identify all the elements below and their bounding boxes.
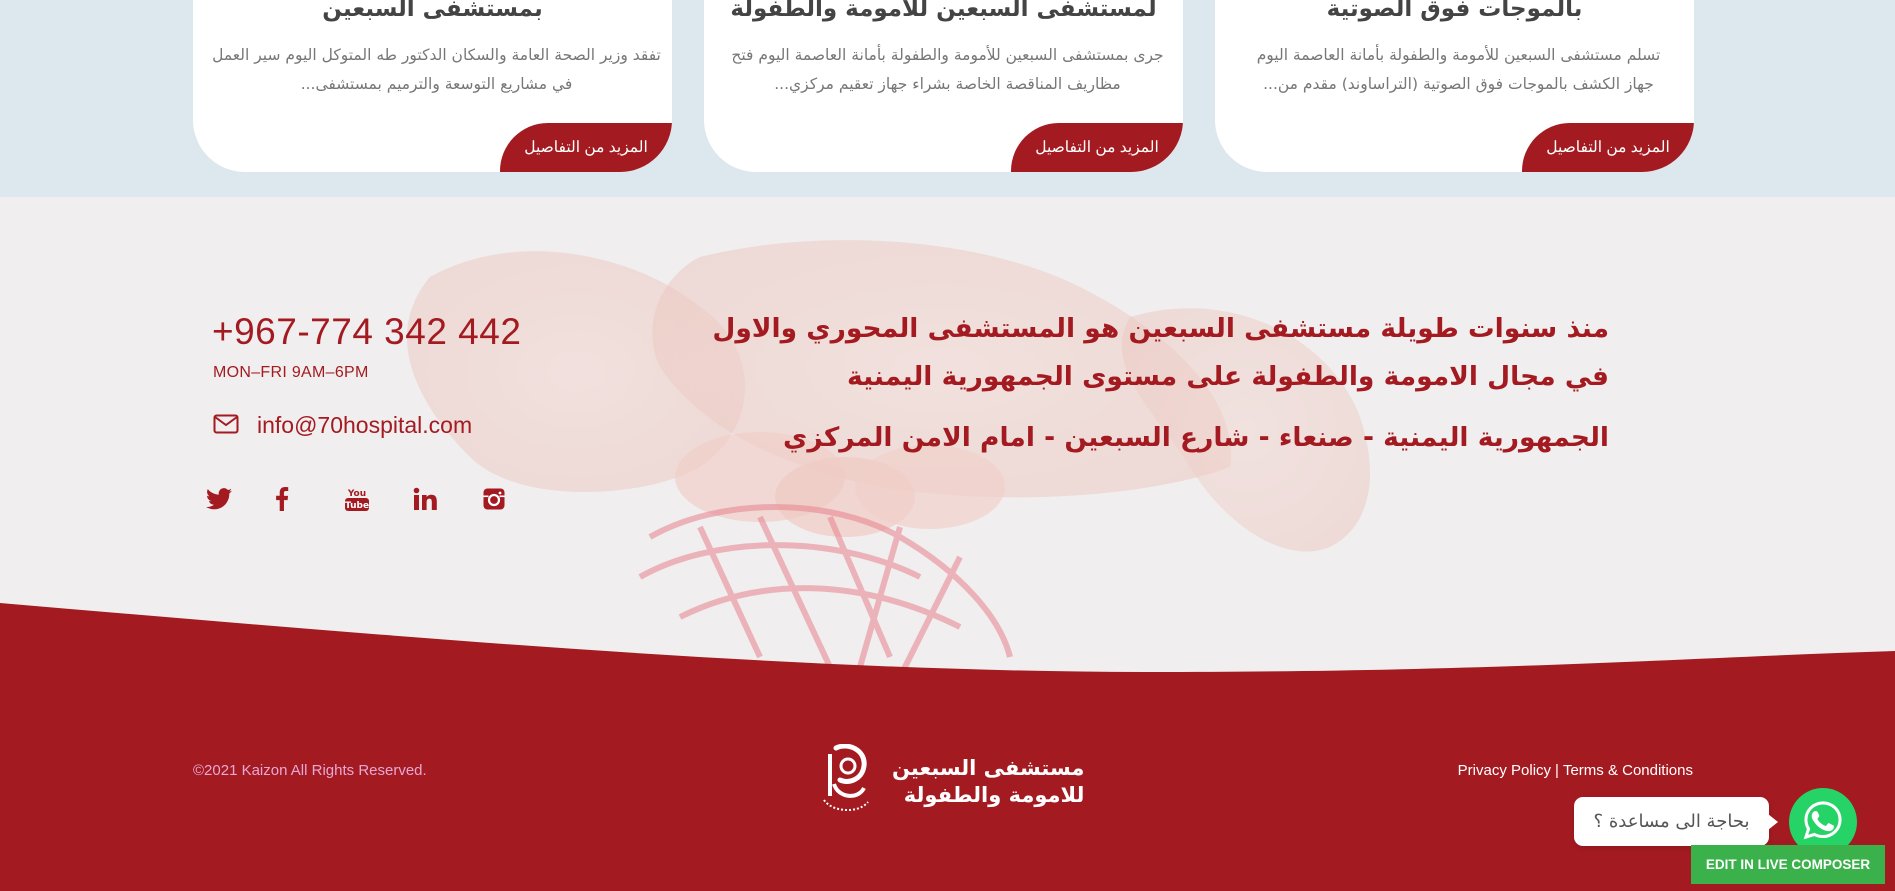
more-details-button[interactable]: المزيد من التفاصيل bbox=[1522, 123, 1694, 172]
logo-line: مستشفى السبعين bbox=[892, 756, 1085, 780]
mother-baby-logo-icon bbox=[818, 743, 874, 820]
about-line: منذ سنوات طويلة مستشفى السبعين هو المستش… bbox=[712, 313, 1609, 344]
whatsapp-icon bbox=[1802, 799, 1844, 845]
legal-links: Privacy Policy | Terms & Conditions bbox=[1458, 762, 1693, 779]
card-excerpt-line: مظاريف المناقصة الخاصة بشراء جهاز تعقيم … bbox=[774, 75, 1121, 93]
card-excerpt: تسلم مستشفى السبعين للأمومة والطفولة بأم… bbox=[1215, 41, 1694, 99]
card-excerpt-line: في مشاريع التوسعة والترميم بمستشفى... bbox=[300, 75, 573, 93]
card-excerpt-line: تسلم مستشفى السبعين للأمومة والطفولة بأم… bbox=[1256, 46, 1661, 64]
more-details-button[interactable]: المزيد من التفاصيل bbox=[1011, 123, 1183, 172]
facebook-icon[interactable] bbox=[275, 479, 344, 519]
social-links: You Tube bbox=[206, 479, 551, 519]
terms-conditions-link[interactable]: Terms & Conditions bbox=[1563, 762, 1693, 779]
more-details-button[interactable]: المزيد من التفاصيل bbox=[500, 123, 672, 172]
linkedin-icon[interactable] bbox=[413, 479, 482, 519]
address-text: الجمهورية اليمنية - صنعاء - شارع السبعين… bbox=[783, 422, 1609, 453]
edit-live-composer-button[interactable]: EDIT IN LIVE COMPOSER bbox=[1691, 845, 1885, 884]
opening-hours: MON–FRI 9AM–6PM bbox=[213, 364, 369, 381]
logo-line: للامومة والطفولة bbox=[903, 783, 1085, 807]
hospital-logo[interactable]: مستشفى السبعين للامومة والطفولة bbox=[818, 743, 1084, 820]
card-excerpt-line: جهاز الكشف بالموجات فوق الصوتية (التراسا… bbox=[1263, 75, 1654, 93]
svg-text:Tube: Tube bbox=[345, 501, 369, 511]
news-strip: بمستشفى السبعين تفقد وزير الصحة العامة و… bbox=[0, 0, 1895, 197]
chat-prompt-bubble[interactable]: بحاجة الى مساعدة ؟ bbox=[1574, 797, 1778, 846]
news-card: لمستشفى السبعين للامومة والطفولة جرى بمس… bbox=[704, 0, 1183, 172]
phone-number[interactable]: +967-774 342 442 bbox=[212, 311, 521, 353]
card-excerpt-line: جرى بمستشفى السبعين للأمومة والطفولة بأم… bbox=[731, 46, 1164, 64]
twitter-icon[interactable] bbox=[206, 479, 275, 519]
instagram-icon[interactable] bbox=[482, 479, 551, 519]
link-separator: | bbox=[1555, 762, 1559, 779]
news-card: بالموجات فوق الصوتية تسلم مستشفى السبعين… bbox=[1215, 0, 1694, 172]
card-excerpt: تفقد وزير الصحة العامة والسكان الدكتور ط… bbox=[193, 41, 672, 99]
news-card: بمستشفى السبعين تفقد وزير الصحة العامة و… bbox=[193, 0, 672, 172]
card-excerpt-line: تفقد وزير الصحة العامة والسكان الدكتور ط… bbox=[212, 46, 661, 64]
about-text: منذ سنوات طويلة مستشفى السبعين هو المستش… bbox=[712, 305, 1609, 401]
card-title[interactable]: بالموجات فوق الصوتية bbox=[1215, 0, 1694, 22]
privacy-policy-link[interactable]: Privacy Policy bbox=[1458, 762, 1551, 779]
logo-text: مستشفى السبعين للامومة والطفولة bbox=[892, 755, 1084, 809]
mail-icon bbox=[213, 414, 239, 438]
card-title[interactable]: لمستشفى السبعين للامومة والطفولة bbox=[704, 0, 1183, 22]
about-line: في مجال الامومة والطفولة على مستوى الجمه… bbox=[847, 361, 1609, 392]
card-title[interactable]: بمستشفى السبعين bbox=[193, 0, 672, 22]
youtube-icon[interactable]: You Tube bbox=[344, 479, 413, 519]
copyright-text: ©2021 Kaizon All Rights Reserved. bbox=[193, 762, 427, 779]
svg-text:You: You bbox=[347, 489, 366, 499]
email-address[interactable]: info@70hospital.com bbox=[257, 412, 472, 439]
card-excerpt: جرى بمستشفى السبعين للأمومة والطفولة بأم… bbox=[704, 41, 1183, 99]
email-row[interactable]: info@70hospital.com bbox=[213, 412, 472, 439]
